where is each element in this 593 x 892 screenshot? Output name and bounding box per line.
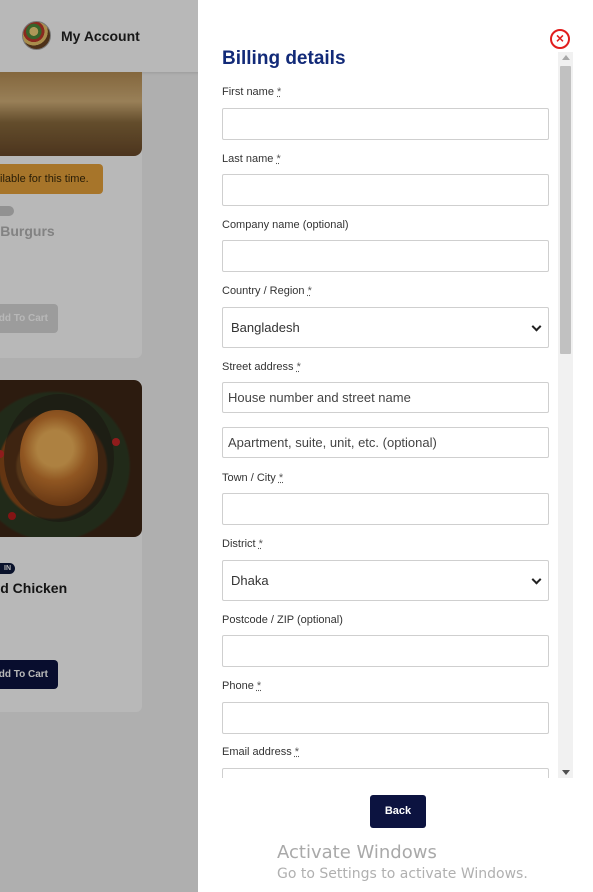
apartment-input[interactable]: Apartment, suite, unit, etc. (optional) [222, 427, 549, 458]
street-label: Street address * [222, 361, 301, 373]
billing-form: Billing details First name * Last name *… [222, 44, 549, 778]
close-icon[interactable]: × [550, 29, 570, 49]
street-placeholder: House number and street name [228, 390, 411, 405]
country-select[interactable]: Bangladesh [222, 307, 549, 348]
first-name-input[interactable] [222, 108, 549, 140]
email-label: Email address * [222, 746, 300, 758]
scroll-up-arrow-icon[interactable] [562, 55, 570, 60]
first-name-label: First name * [222, 86, 282, 98]
country-value: Bangladesh [231, 320, 300, 335]
street-address-input[interactable]: House number and street name [222, 382, 549, 413]
last-name-label: Last name * [222, 153, 281, 165]
company-input[interactable] [222, 240, 549, 272]
windows-activation-watermark: Activate Windows Go to Settings to activ… [277, 842, 528, 882]
phone-label: Phone * [222, 680, 262, 692]
scrollbar-thumb[interactable] [560, 66, 571, 354]
back-button[interactable]: Back [370, 795, 426, 828]
apartment-placeholder: Apartment, suite, unit, etc. (optional) [228, 435, 437, 450]
email-input[interactable] [222, 768, 549, 778]
district-value: Dhaka [231, 573, 269, 588]
form-title: Billing details [222, 48, 346, 69]
district-select[interactable]: Dhaka [222, 560, 549, 601]
chevron-down-icon [531, 574, 542, 585]
postcode-input[interactable] [222, 635, 549, 667]
chevron-down-icon [531, 321, 542, 332]
town-label: Town / City * [222, 472, 284, 484]
last-name-input[interactable] [222, 174, 549, 206]
phone-input[interactable] [222, 702, 549, 734]
company-label: Company name (optional) [222, 219, 349, 231]
town-input[interactable] [222, 493, 549, 525]
watermark-title: Activate Windows [277, 842, 437, 863]
watermark-subtitle: Go to Settings to activate Windows. [277, 866, 528, 882]
district-label: District * [222, 538, 263, 550]
postcode-label: Postcode / ZIP (optional) [222, 614, 343, 626]
scroll-down-arrow-icon[interactable] [562, 770, 570, 775]
billing-drawer: × Billing details First name * Last name… [198, 0, 593, 892]
scrollbar[interactable] [558, 52, 573, 778]
country-label: Country / Region * [222, 285, 312, 297]
